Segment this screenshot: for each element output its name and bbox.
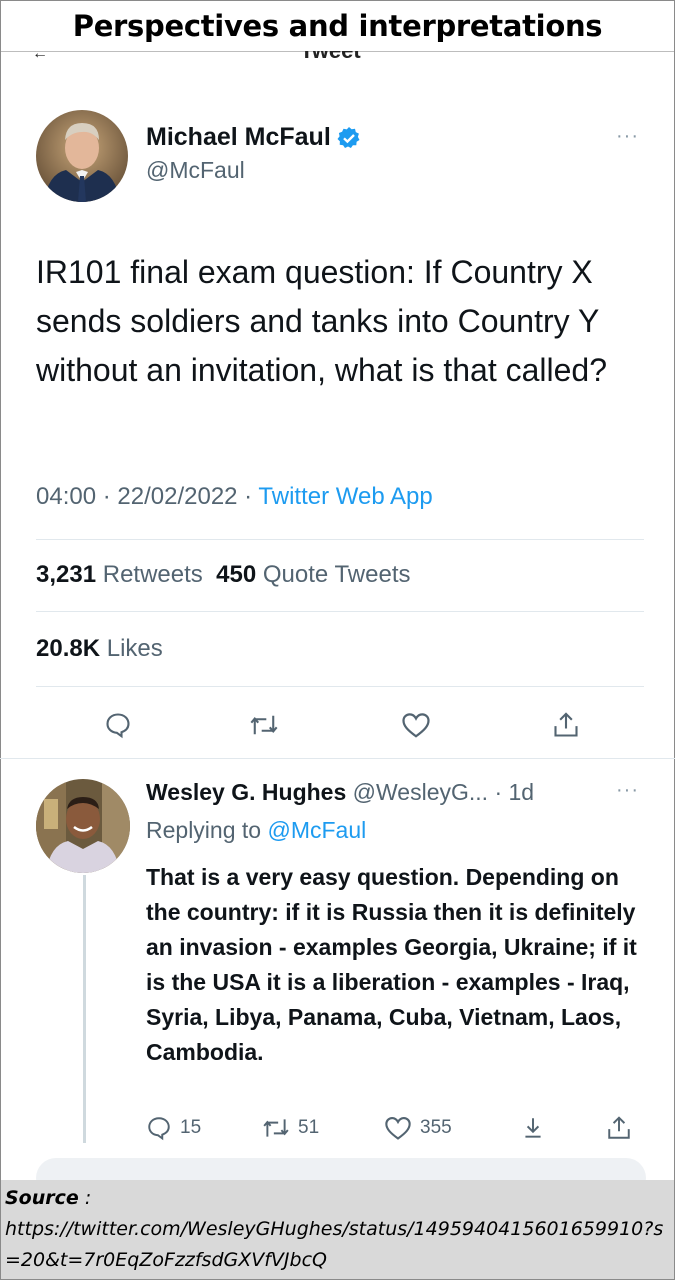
reply-share-button[interactable]: [606, 1115, 632, 1141]
reply-icon[interactable]: [98, 705, 138, 745]
likes-count: 20.8K: [36, 635, 101, 662]
tweet-time[interactable]: 04:00: [36, 483, 96, 510]
replying-to: Replying to @McFaul: [146, 817, 366, 844]
retweet-icon: [263, 1119, 289, 1137]
banner: Perspectives and interpretations: [1, 1, 674, 52]
tweet-actions: [0, 705, 675, 745]
quote-tweets-link[interactable]: 450 Quote Tweets: [216, 561, 410, 588]
cropped-header: ← Tweet: [30, 51, 450, 63]
source-colon: :: [78, 1187, 92, 1209]
source-url[interactable]: https://twitter.com/WesleyGHughes/status…: [5, 1218, 663, 1271]
reply-count: 15: [180, 1117, 202, 1138]
reply-avatar[interactable]: [36, 779, 130, 873]
reply-bookmark-button[interactable]: [520, 1115, 546, 1141]
like-icon[interactable]: [396, 705, 436, 745]
reply-header: Wesley G. Hughes @WesleyG... · 1d: [146, 779, 534, 806]
reply-author-handle[interactable]: @WesleyG...: [353, 779, 488, 805]
replying-prefix: Replying to: [146, 817, 262, 843]
divider: [36, 611, 644, 612]
reply-icon: [148, 1117, 170, 1141]
back-arrow-icon[interactable]: ←: [32, 51, 48, 63]
likes-label: Likes: [106, 635, 163, 662]
likes-stats[interactable]: 20.8K Likes: [36, 635, 163, 663]
retweet-stats: 3,231 Retweets 450 Quote Tweets: [36, 561, 411, 589]
divider: [0, 758, 675, 759]
reply-like-button[interactable]: 355: [384, 1115, 452, 1141]
tweet-date[interactable]: 22/02/2022: [117, 483, 237, 510]
avatar-portrait-icon: [36, 110, 128, 202]
reply-text: That is a very easy question. Depending …: [146, 864, 637, 1065]
cropped-header-title-icon: Tweet: [300, 51, 361, 63]
tweet-text: IR101 final exam question: If Country X …: [36, 254, 607, 388]
author-line: Michael McFaul @McFaul: [146, 123, 361, 184]
divider: [36, 686, 644, 687]
quote-tweets-count: 450: [216, 561, 257, 588]
tweet-timestamp: 04:00 · 22/02/2022 · Twitter Web App: [36, 483, 433, 510]
like-count: 355: [420, 1117, 452, 1138]
reply-reply-button[interactable]: 15: [146, 1115, 201, 1141]
retweets-count: 3,231: [36, 561, 97, 588]
download-icon: [525, 1118, 541, 1138]
replying-to-handle[interactable]: @McFaul: [267, 817, 366, 843]
divider: [36, 539, 644, 540]
reply-more-options-icon[interactable]: ···: [616, 779, 639, 802]
source-label: Source: [5, 1187, 79, 1209]
retweet-icon[interactable]: [244, 705, 284, 745]
tweet-source-app[interactable]: Twitter Web App: [258, 483, 432, 510]
like-icon: [385, 1117, 411, 1140]
share-icon[interactable]: [546, 705, 586, 745]
avatar[interactable]: [36, 110, 128, 202]
retweet-count: 51: [298, 1117, 320, 1138]
quote-tweets-label: Quote Tweets: [262, 561, 411, 588]
reply-actions: 15 51 355: [0, 1115, 675, 1145]
reply-retweet-button[interactable]: 51: [262, 1115, 319, 1141]
retweets-link[interactable]: 3,231 Retweets: [36, 561, 203, 588]
source-box: Source : https://twitter.com/WesleyGHugh…: [1, 1180, 674, 1279]
share-icon: [608, 1116, 630, 1139]
verified-badge-icon: [337, 126, 361, 155]
author-name[interactable]: Michael McFaul: [146, 123, 331, 151]
reply-author-name[interactable]: Wesley G. Hughes: [146, 779, 346, 805]
more-options-icon[interactable]: ···: [616, 125, 639, 148]
reply-avatar-portrait-icon: [36, 779, 130, 873]
banner-title: Perspectives and interpretations: [72, 9, 603, 43]
retweets-label: Retweets: [102, 561, 203, 588]
reply-age[interactable]: · 1d: [494, 779, 534, 805]
author-handle[interactable]: @McFaul: [146, 157, 361, 184]
thread-line: [83, 875, 86, 1143]
